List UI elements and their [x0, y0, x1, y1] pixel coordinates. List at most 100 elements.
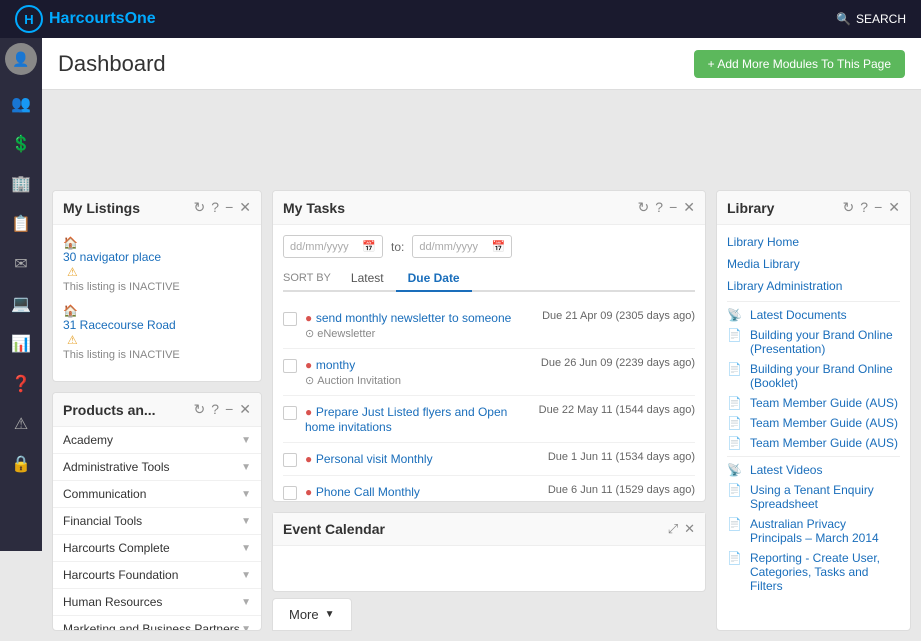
- list-item[interactable]: Communication ▼: [53, 481, 261, 508]
- expand-icon[interactable]: ⤢: [668, 521, 678, 537]
- task-due-4: Due 1 Jun 11 (1534 days ago): [548, 451, 695, 463]
- library-header: Library ↻ ? − ✕: [717, 191, 910, 225]
- sidebar-icon-mail[interactable]: ✉: [3, 246, 39, 282]
- document-icon: 📄: [727, 517, 742, 531]
- top-nav: H HarcourtsOne 🔍 SEARCH: [0, 0, 921, 38]
- date-from-input[interactable]: dd/mm/yyyy 📅: [283, 235, 383, 258]
- date-to-input[interactable]: dd/mm/yyyy 📅: [412, 235, 512, 258]
- event-calendar-title: Event Calendar: [283, 521, 385, 537]
- refresh-icon[interactable]: ↻: [638, 199, 650, 216]
- list-item[interactable]: 📄 Reporting - Create User, Categories, T…: [727, 551, 900, 593]
- list-item[interactable]: Administrative Tools ▼: [53, 454, 261, 481]
- minimize-icon[interactable]: −: [669, 199, 677, 216]
- close-icon[interactable]: ✕: [239, 401, 251, 418]
- sidebar-icon-dollar[interactable]: 💲: [3, 126, 39, 162]
- date-filter-row: dd/mm/yyyy 📅 to: dd/mm/yyyy 📅: [283, 235, 695, 258]
- task-checkbox-2[interactable]: [283, 359, 297, 373]
- list-item[interactable]: Human Resources ▼: [53, 589, 261, 616]
- list-item[interactable]: 📄 Team Member Guide (AUS): [727, 396, 900, 410]
- list-item[interactable]: Academy ▼: [53, 427, 261, 454]
- task-due-1: Due 21 Apr 09 (2305 days ago): [542, 310, 695, 322]
- my-listings-body: 🏠 30 navigator place ⚠ This listing is I…: [53, 225, 261, 381]
- chevron-down-icon: ▼: [241, 543, 251, 554]
- help-icon[interactable]: ?: [211, 199, 219, 216]
- close-icon[interactable]: ✕: [888, 199, 900, 216]
- sidebar-icon-chart[interactable]: 📊: [3, 326, 39, 362]
- task-checkbox-4[interactable]: [283, 453, 297, 467]
- listing-link-1[interactable]: 30 navigator place: [63, 250, 251, 264]
- sidebar-icon-building[interactable]: 🏢: [3, 166, 39, 202]
- add-modules-button[interactable]: + Add More Modules To This Page: [694, 50, 905, 78]
- calendar-icon: 📅: [362, 240, 376, 253]
- home-icon: 🏠: [63, 304, 78, 318]
- task-title-1[interactable]: send monthly newsletter to someone: [316, 311, 511, 325]
- list-item[interactable]: Financial Tools ▼: [53, 508, 261, 535]
- sidebar-icon-monitor[interactable]: 💻: [3, 286, 39, 322]
- home-icon: 🏠: [63, 236, 78, 250]
- divider: [727, 456, 900, 457]
- sidebar-icon-list[interactable]: 📋: [3, 206, 39, 242]
- help-icon[interactable]: ?: [655, 199, 663, 216]
- products-controls: ↻ ? − ✕: [194, 401, 251, 418]
- close-icon[interactable]: ✕: [683, 199, 695, 216]
- table-row: ● send monthly newsletter to someone ⊙ e…: [283, 302, 695, 349]
- help-icon[interactable]: ?: [860, 199, 868, 216]
- document-icon: 📄: [727, 551, 742, 565]
- close-icon[interactable]: ✕: [684, 521, 695, 537]
- chevron-down-icon: ▼: [241, 489, 251, 500]
- list-item[interactable]: Marketing and Business Partners ▼: [53, 616, 261, 630]
- minimize-icon[interactable]: −: [874, 199, 882, 216]
- sidebar-icon-help[interactable]: ❓: [3, 366, 39, 402]
- sidebar-icon-people[interactable]: 👥: [3, 86, 39, 122]
- logo-circle: H: [15, 5, 43, 33]
- task-sub-2: ⊙ Auction Invitation: [305, 374, 533, 387]
- rss-icon: 📡: [727, 463, 742, 477]
- library-admin-link[interactable]: Library Administration: [727, 279, 900, 293]
- search-button[interactable]: 🔍 SEARCH: [836, 12, 906, 26]
- minimize-icon[interactable]: −: [225, 199, 233, 216]
- list-item[interactable]: 📄 Using a Tenant Enquiry Spreadsheet: [727, 483, 900, 511]
- chevron-down-icon: ▼: [241, 570, 251, 581]
- task-title-5[interactable]: Phone Call Monthly: [316, 485, 420, 499]
- list-item[interactable]: 📄 Team Member Guide (AUS): [727, 436, 900, 450]
- refresh-icon[interactable]: ↻: [194, 401, 206, 418]
- task-checkbox-3[interactable]: [283, 406, 297, 420]
- close-icon[interactable]: ✕: [239, 199, 251, 216]
- list-item[interactable]: 📡 Latest Videos: [727, 463, 900, 477]
- my-listings-panel: My Listings ↻ ? − ✕ 🏠 30 navigator place…: [52, 190, 262, 382]
- refresh-icon[interactable]: ↻: [843, 199, 855, 216]
- sidebar-icon-alert[interactable]: ⚠: [3, 406, 39, 442]
- minimize-icon[interactable]: −: [225, 401, 233, 418]
- list-item: 🏠 31 Racecourse Road ⚠ This listing is I…: [63, 303, 251, 361]
- task-title-3[interactable]: Prepare Just Listed flyers and Open home…: [305, 405, 507, 434]
- list-item[interactable]: 📄 Building your Brand Online (Booklet): [727, 362, 900, 390]
- task-content-5: ● Phone Call Monthly: [305, 484, 540, 499]
- my-tasks-body: dd/mm/yyyy 📅 to: dd/mm/yyyy 📅 SORT BY La…: [273, 225, 705, 501]
- search-icon: 🔍: [836, 12, 851, 26]
- library-home-link[interactable]: Library Home: [727, 235, 900, 249]
- task-checkbox-5[interactable]: [283, 486, 297, 500]
- list-item[interactable]: 📄 Team Member Guide (AUS): [727, 416, 900, 430]
- help-icon[interactable]: ?: [211, 401, 219, 418]
- clock-icon: ⊙: [305, 374, 314, 387]
- task-due-5: Due 6 Jun 11 (1529 days ago): [548, 484, 695, 496]
- task-title-2[interactable]: monthy: [316, 358, 355, 372]
- left-sidebar: 🏠 👥 💲 🏢 📋 ✉ 💻 📊 ❓ ⚠ 🔒: [0, 38, 42, 551]
- more-tab[interactable]: More ▼: [272, 598, 352, 631]
- header: 👤 Dashboard + Add More Modules To This P…: [0, 38, 921, 90]
- list-item[interactable]: 📡 Latest Documents: [727, 308, 900, 322]
- sidebar-icon-lock[interactable]: 🔒: [3, 446, 39, 482]
- table-row: ● monthy ⊙ Auction Invitation Due 26 Jun…: [283, 349, 695, 396]
- listing-link-2[interactable]: 31 Racecourse Road: [63, 318, 251, 332]
- list-item[interactable]: 📄 Australian Privacy Principals – March …: [727, 517, 900, 545]
- task-title-4[interactable]: Personal visit Monthly: [316, 452, 433, 466]
- products-panel: Products an... ↻ ? − ✕ Academy ▼ Adminis…: [52, 392, 262, 631]
- list-item[interactable]: Harcourts Foundation ▼: [53, 562, 261, 589]
- task-checkbox-1[interactable]: [283, 312, 297, 326]
- tab-due-date[interactable]: Due Date: [396, 266, 472, 292]
- media-library-link[interactable]: Media Library: [727, 257, 900, 271]
- refresh-icon[interactable]: ↻: [194, 199, 206, 216]
- list-item[interactable]: 📄 Building your Brand Online (Presentati…: [727, 328, 900, 356]
- tab-latest[interactable]: Latest: [339, 266, 396, 292]
- list-item[interactable]: Harcourts Complete ▼: [53, 535, 261, 562]
